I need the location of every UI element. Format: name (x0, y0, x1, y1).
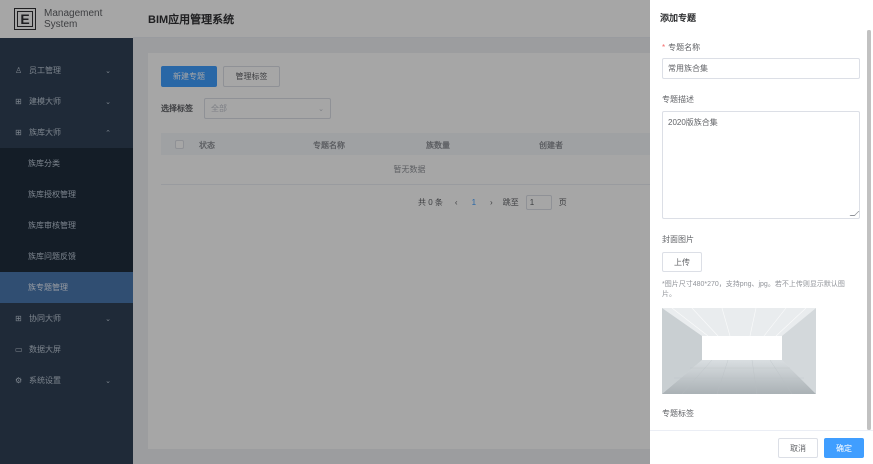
required-mark: * (662, 43, 666, 52)
name-label: * 专题名称 (662, 43, 701, 52)
tags-label: 专题标签 (662, 409, 694, 418)
topic-name-input[interactable]: 常用族合集 (662, 58, 860, 79)
cover-image (662, 308, 816, 394)
scrollbar-thumb[interactable] (867, 30, 871, 430)
upload-hint: *图片尺寸480*270，支持png、jpg。若不上传则显示默认图片。 (662, 281, 845, 298)
add-topic-drawer: 添加专题 * 专题名称 常用族合集 专题描述 2020版族合集 封面图片 上传 *… (650, 0, 873, 464)
description-value: 2020版族合集 (668, 118, 718, 127)
modal-overlay[interactable] (0, 0, 650, 464)
upload-button[interactable]: 上传 (662, 252, 702, 272)
confirm-button[interactable]: 确定 (824, 438, 864, 458)
cancel-button[interactable]: 取消 (778, 438, 818, 458)
drawer-footer: 取消 确定 (650, 430, 873, 464)
drawer-title: 添加专题 (660, 13, 697, 23)
topic-description-textarea[interactable]: 2020版族合集 (662, 111, 860, 219)
drawer-body: * 专题名称 常用族合集 专题描述 2020版族合集 封面图片 上传 *图片尺寸4… (650, 30, 873, 430)
drawer-scrollbar[interactable] (867, 30, 871, 430)
resize-handle-icon[interactable] (849, 211, 860, 216)
cover-label: 封面图片 (662, 235, 694, 244)
description-label: 专题描述 (662, 95, 694, 104)
